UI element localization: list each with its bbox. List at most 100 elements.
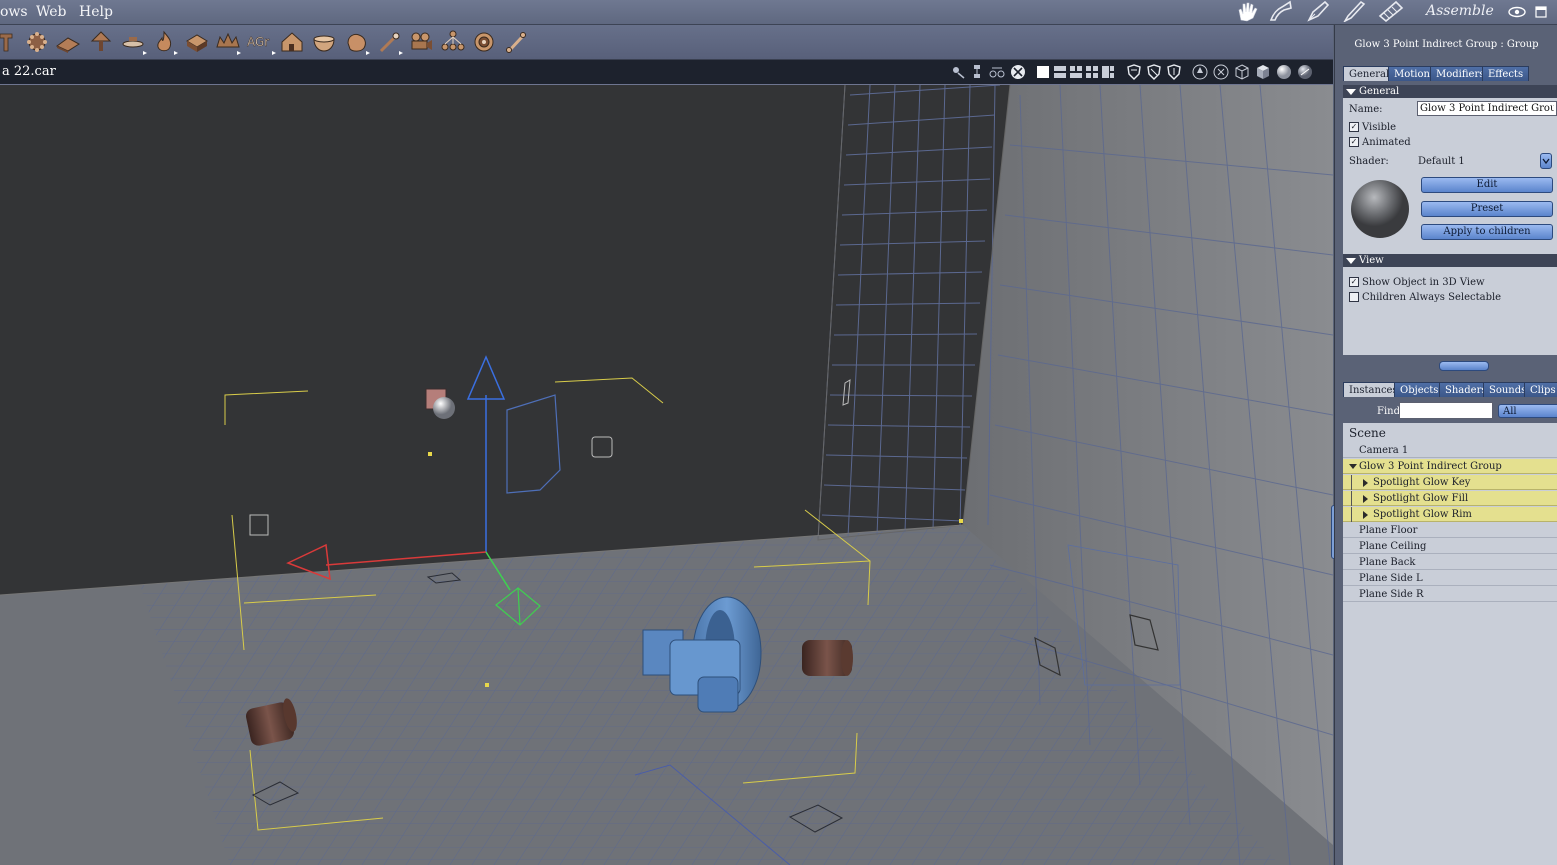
shader-preview-sphere bbox=[1351, 180, 1409, 238]
find-input[interactable] bbox=[1399, 402, 1493, 419]
sphere-object[interactable] bbox=[433, 397, 455, 419]
light-gizmo-icon[interactable] bbox=[950, 64, 966, 80]
tree-item-child[interactable]: Spotlight Glow Key bbox=[1343, 475, 1557, 490]
spiky-ball-icon[interactable] bbox=[24, 29, 50, 55]
layout-three-icon[interactable] bbox=[1069, 64, 1083, 80]
shield-front-icon[interactable] bbox=[1126, 64, 1142, 80]
menu-help[interactable]: Help bbox=[79, 4, 113, 20]
bowl-icon[interactable] bbox=[311, 29, 337, 55]
bone-gizmo-icon[interactable] bbox=[970, 64, 984, 80]
render-sphere-icon[interactable] bbox=[1297, 64, 1313, 80]
expand-arrow-icon[interactable] bbox=[1363, 495, 1368, 503]
plane-icon[interactable] bbox=[121, 29, 147, 55]
animated-checkbox[interactable]: ✓ bbox=[1349, 137, 1359, 147]
tab-clips[interactable]: Clips bbox=[1524, 382, 1557, 397]
general-properties: General Name: ✓ Visible ✓ Animated Shade… bbox=[1343, 85, 1557, 355]
eye-icon[interactable] bbox=[1508, 6, 1526, 18]
children-selectable-checkbox[interactable] bbox=[1349, 292, 1359, 302]
apply-to-children-button[interactable]: Apply to children bbox=[1421, 224, 1553, 240]
house-icon[interactable] bbox=[279, 29, 305, 55]
tree-item[interactable]: Plane Floor bbox=[1343, 523, 1557, 538]
film-icon[interactable] bbox=[1378, 0, 1404, 22]
agr-text-icon[interactable]: AGr bbox=[246, 29, 276, 55]
tree-item-label: Plane Floor bbox=[1359, 525, 1418, 536]
tree-item-child[interactable]: Spotlight Glow Fill bbox=[1343, 491, 1557, 506]
properties-panel: Glow 3 Point Indirect Group : Group Gene… bbox=[1334, 25, 1557, 865]
3d-viewport[interactable] bbox=[0, 85, 1333, 865]
text-tool-icon[interactable] bbox=[0, 29, 26, 55]
shader-label: Shader: bbox=[1349, 156, 1389, 167]
panel-divider-handle[interactable] bbox=[1439, 361, 1489, 371]
tree-item[interactable]: Plane Back bbox=[1343, 555, 1557, 570]
horn-icon[interactable] bbox=[1268, 0, 1294, 22]
bounding-box-icon[interactable] bbox=[1213, 64, 1229, 80]
filter-select[interactable]: All bbox=[1498, 404, 1557, 418]
tree-item[interactable]: Plane Side R bbox=[1343, 587, 1557, 602]
wireframe-cube-icon[interactable] bbox=[1234, 64, 1250, 80]
quill-icon[interactable] bbox=[1305, 0, 1331, 22]
expand-arrow-icon[interactable] bbox=[1349, 464, 1357, 469]
navigation-arrow-icon[interactable] bbox=[1192, 64, 1208, 80]
layout-single-icon[interactable] bbox=[1036, 64, 1050, 80]
collapse-arrow-icon bbox=[1346, 257, 1356, 264]
preset-button[interactable]: Preset bbox=[1421, 201, 1553, 217]
menu-windows[interactable]: ows bbox=[0, 4, 28, 20]
back-wall bbox=[0, 85, 1010, 595]
tree-item[interactable]: Plane Side L bbox=[1343, 571, 1557, 586]
hierarchy-icon[interactable] bbox=[440, 29, 466, 55]
expand-arrow-icon[interactable] bbox=[1363, 479, 1368, 487]
layout-four-icon[interactable] bbox=[1085, 64, 1099, 80]
tree-connector bbox=[1351, 491, 1352, 506]
sound-gizmo-icon[interactable] bbox=[1010, 64, 1026, 80]
shader-dropdown-button[interactable] bbox=[1540, 153, 1552, 169]
target-icon[interactable] bbox=[472, 29, 498, 55]
tree-item[interactable]: Camera 1 bbox=[1343, 443, 1557, 458]
viewport-header: a 22.car bbox=[0, 60, 1333, 85]
maximize-icon[interactable] bbox=[1535, 6, 1547, 18]
scene-tree: Scene Camera 1 Glow 3 Point Indirect Grou… bbox=[1343, 423, 1557, 865]
name-field[interactable] bbox=[1417, 101, 1557, 116]
wand-icon[interactable] bbox=[377, 29, 403, 55]
tab-objects[interactable]: Objects bbox=[1394, 382, 1445, 397]
chevron-down-icon bbox=[1542, 158, 1550, 165]
shaded-cube-icon[interactable] bbox=[1255, 64, 1271, 80]
crown-icon[interactable] bbox=[215, 29, 241, 55]
menu-web[interactable]: Web bbox=[36, 4, 67, 20]
shield-side-icon[interactable] bbox=[1146, 64, 1162, 80]
general-section-header[interactable]: General bbox=[1343, 85, 1557, 98]
visible-label: Visible bbox=[1362, 122, 1397, 133]
smooth-sphere-icon[interactable] bbox=[1276, 64, 1292, 80]
layout-custom-icon[interactable] bbox=[1101, 64, 1115, 80]
rock-icon[interactable] bbox=[344, 29, 370, 55]
tree-item-child[interactable]: Spotlight Glow Rim bbox=[1343, 507, 1557, 522]
tree-connector bbox=[1351, 475, 1352, 490]
hand-icon[interactable] bbox=[1235, 0, 1261, 22]
terrain-icon[interactable] bbox=[55, 29, 81, 55]
document-title: a 22.car bbox=[2, 64, 56, 79]
tree-item[interactable]: Glow 3 Point Indirect Group bbox=[1343, 459, 1557, 474]
view-section-header[interactable]: View bbox=[1343, 254, 1557, 267]
fire-icon[interactable] bbox=[152, 29, 178, 55]
show-in-3d-checkbox[interactable]: ✓ bbox=[1349, 277, 1359, 287]
cylinder-object[interactable] bbox=[802, 640, 853, 676]
tree-item-label: Plane Side R bbox=[1359, 589, 1424, 600]
tree-item-label: Spotlight Glow Key bbox=[1373, 477, 1471, 488]
tree-item-label: Glow 3 Point Indirect Group bbox=[1359, 461, 1502, 472]
visible-checkbox[interactable]: ✓ bbox=[1349, 122, 1359, 132]
chest-icon[interactable] bbox=[184, 29, 210, 55]
expand-arrow-icon[interactable] bbox=[1363, 511, 1368, 519]
bone-icon[interactable] bbox=[504, 29, 530, 55]
shader-value: Default 1 bbox=[1418, 156, 1465, 167]
tab-effects[interactable]: Effects bbox=[1482, 66, 1530, 81]
tree-item-label: Spotlight Glow Rim bbox=[1373, 509, 1472, 520]
layout-two-icon[interactable] bbox=[1053, 64, 1067, 80]
tree-icon[interactable] bbox=[88, 29, 114, 55]
shield-top-icon[interactable] bbox=[1166, 64, 1182, 80]
edit-button[interactable]: Edit bbox=[1421, 177, 1553, 193]
tab-motion[interactable]: Motion bbox=[1388, 66, 1436, 81]
brush-icon[interactable] bbox=[1342, 0, 1368, 22]
tree-item[interactable]: Plane Ceiling bbox=[1343, 539, 1557, 554]
tree-connector bbox=[1351, 507, 1352, 522]
camera-icon[interactable] bbox=[408, 29, 434, 55]
camera-gizmo-icon[interactable] bbox=[988, 64, 1006, 80]
